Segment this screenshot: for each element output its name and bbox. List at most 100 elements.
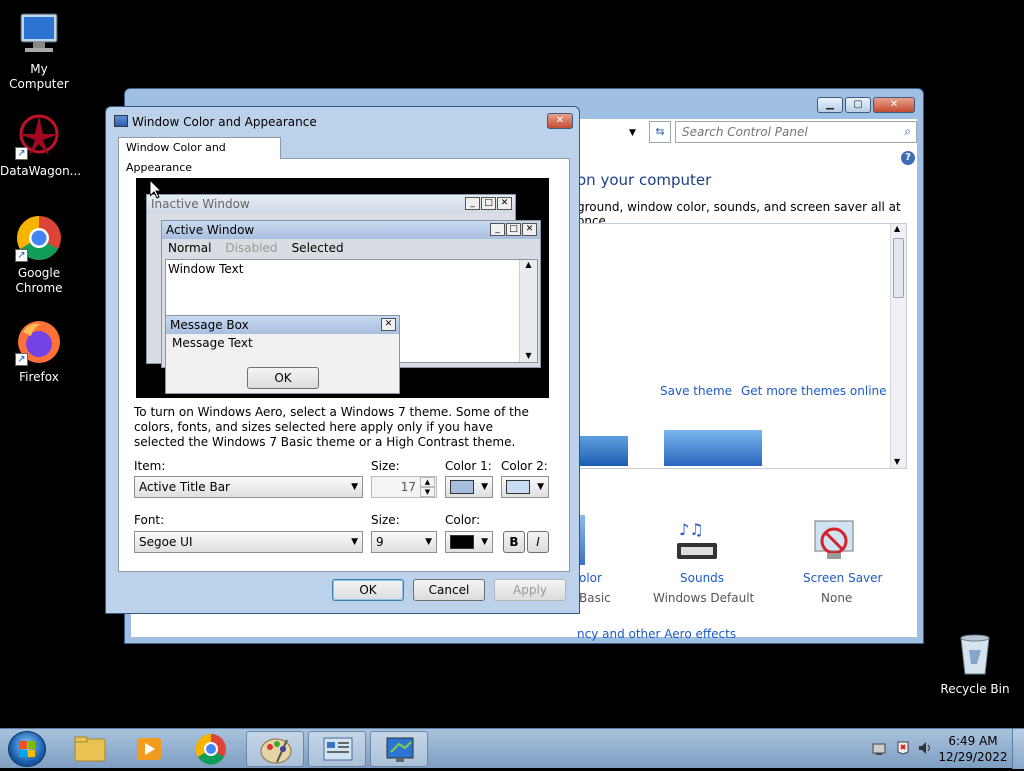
computer-icon <box>15 10 63 58</box>
font-color-picker[interactable]: ▼ <box>445 531 493 553</box>
desktop-icon-my-computer[interactable]: My Computer <box>0 10 78 92</box>
desktop-icon-datawagon[interactable]: ↗ DataWagon... <box>0 112 82 179</box>
search-box[interactable]: ⌕ <box>675 121 917 143</box>
themes-scrollbar[interactable]: ▲ ▼ <box>890 224 906 468</box>
tray-volume-icon[interactable] <box>918 741 932 755</box>
tab-panel: Inactive Window _ □ ✕ Active Window _ □ ✕ No… <box>118 158 570 572</box>
clock-date: 12/29/2022 <box>938 750 1008 764</box>
preview-msgbox-text: Message Text <box>172 336 253 350</box>
preview-window-text: Window Text <box>168 262 244 276</box>
preview-active-title: Active Window <box>162 221 540 239</box>
taskbar-control-panel[interactable] <box>308 731 366 767</box>
bold-button[interactable]: B <box>503 531 525 553</box>
search-icon[interactable]: ⌕ <box>904 124 911 139</box>
control-panel-icon <box>323 737 353 761</box>
screen-saver-label[interactable]: Screen Saver <box>803 571 882 585</box>
cancel-button[interactable]: Cancel <box>413 579 485 601</box>
maximize-button[interactable]: ▢ <box>845 97 871 113</box>
scroll-down-icon[interactable]: ▼ <box>894 457 900 466</box>
aero-effects-link[interactable]: ncy and other Aero effects <box>577 627 736 641</box>
tray-action-center-icon[interactable] <box>896 741 910 755</box>
screen-saver-icon[interactable] <box>811 517 857 565</box>
chrome-icon <box>195 733 226 765</box>
font-color-label: Color: <box>445 513 481 527</box>
themes-list: ▲ ▼ Save theme Get more themes online <box>577 223 907 469</box>
scroll-up-icon[interactable]: ▲ <box>894 224 900 233</box>
chevron-down-icon: ▼ <box>351 537 358 547</box>
scroll-down-icon: ▼ <box>525 351 532 360</box>
refresh-button[interactable]: ⇆ <box>649 121 671 143</box>
tray-network-icon[interactable] <box>872 741 886 755</box>
paint-icon <box>260 738 292 764</box>
preview-msgbox-ok: OK <box>247 367 319 389</box>
get-more-themes-link[interactable]: Get more themes online <box>741 384 887 398</box>
italic-button[interactable]: I <box>527 531 549 553</box>
taskbar-window-color[interactable] <box>370 731 428 767</box>
preview-inactive-title: Inactive Window <box>147 195 515 213</box>
theme-thumbnail[interactable] <box>578 436 628 466</box>
chevron-down-icon: ▼ <box>481 482 488 492</box>
sounds-icon[interactable]: ♪♫ <box>673 519 723 565</box>
preview-caption-buttons: _ □ ✕ <box>490 223 537 236</box>
close-button[interactable]: ✕ <box>873 97 915 113</box>
color-item-label[interactable]: olor <box>579 571 602 585</box>
taskbar-explorer[interactable] <box>60 731 118 767</box>
spin-up-icon[interactable]: ▲ <box>420 477 435 487</box>
spin-down-icon[interactable]: ▼ <box>420 487 435 497</box>
font-color-swatch <box>450 535 474 549</box>
start-button[interactable] <box>8 731 46 767</box>
preview-scrollbar: ▲ ▼ <box>519 260 537 362</box>
color1-label: Color 1: <box>445 459 492 473</box>
help-icon[interactable]: ? <box>901 151 915 165</box>
shortcut-arrow-icon: ↗ <box>15 249 28 262</box>
desktop-icon-label: Recycle Bin <box>940 682 1010 696</box>
preview-menu-normal: Normal <box>168 241 212 255</box>
aero-info-text: To turn on Windows Aero, select a Window… <box>134 405 529 449</box>
address-dropdown-button[interactable]: ▼ <box>629 123 643 143</box>
taskbar-chrome[interactable] <box>182 731 240 767</box>
minimize-button[interactable]: ▁ <box>817 97 843 113</box>
font-size-select[interactable]: 9 ▼ <box>371 531 437 553</box>
desktop-icon-google-chrome[interactable]: ↗ Google Chrome <box>0 214 78 296</box>
taskbar-media-player[interactable] <box>120 731 178 767</box>
show-desktop-button[interactable] <box>1012 729 1024 769</box>
preview-msgbox-close: ✕ <box>381 318 396 331</box>
save-theme-link[interactable]: Save theme <box>660 384 732 398</box>
chevron-down-icon: ▼ <box>425 537 432 547</box>
window-color-dialog: Window Color and Appearance ✕ Window Col… <box>105 106 580 614</box>
clock[interactable]: 6:49 AM 12/29/2022 <box>938 733 1008 765</box>
desktop-icon-firefox[interactable]: ↗ Firefox <box>0 318 78 385</box>
preview-menu-selected: Selected <box>291 241 344 255</box>
dialog-close-button[interactable]: ✕ <box>547 113 573 129</box>
color1-picker[interactable]: ▼ <box>445 476 493 498</box>
item-select[interactable]: Active Title Bar ▼ <box>134 476 363 498</box>
scroll-up-icon: ▲ <box>525 260 532 269</box>
color1-swatch <box>450 480 474 494</box>
search-input[interactable] <box>680 123 890 141</box>
tab-window-color[interactable]: Window Color and Appearance <box>118 137 281 174</box>
chevron-down-icon: ▼ <box>537 482 544 492</box>
taskbar: 6:49 AM 12/29/2022 <box>0 728 1024 769</box>
desktop-icon-label: DataWagon... <box>0 164 82 178</box>
mouse-cursor <box>149 178 163 202</box>
dialog-title: Window Color and Appearance <box>132 115 317 129</box>
sounds-label[interactable]: Sounds <box>680 571 724 585</box>
appearance-preview[interactable]: Inactive Window _ □ ✕ Active Window _ □ ✕ No… <box>136 178 549 398</box>
color2-picker[interactable]: ▼ <box>501 476 549 498</box>
color2-swatch <box>506 480 530 494</box>
shortcut-arrow-icon: ↗ <box>15 353 28 366</box>
screen-saver-sub: None <box>821 591 853 605</box>
color-item-sub: Basic <box>579 591 611 605</box>
desktop-icon-label: My Computer <box>9 62 69 91</box>
media-player-icon <box>137 738 161 760</box>
taskbar-paint[interactable] <box>246 731 304 767</box>
datawagon-icon: ↗ <box>15 112 63 160</box>
desktop-icon-recycle-bin[interactable]: Recycle Bin <box>936 630 1014 697</box>
ok-button[interactable]: OK <box>332 579 404 601</box>
font-select[interactable]: Segoe UI ▼ <box>134 531 363 553</box>
scroll-thumb[interactable] <box>893 238 904 298</box>
apply-button[interactable]: Apply <box>494 579 566 601</box>
theme-thumbnail[interactable] <box>664 430 762 466</box>
dialog-app-icon <box>114 115 128 127</box>
item-size-spinner[interactable]: 17 ▲ ▼ <box>371 476 437 498</box>
